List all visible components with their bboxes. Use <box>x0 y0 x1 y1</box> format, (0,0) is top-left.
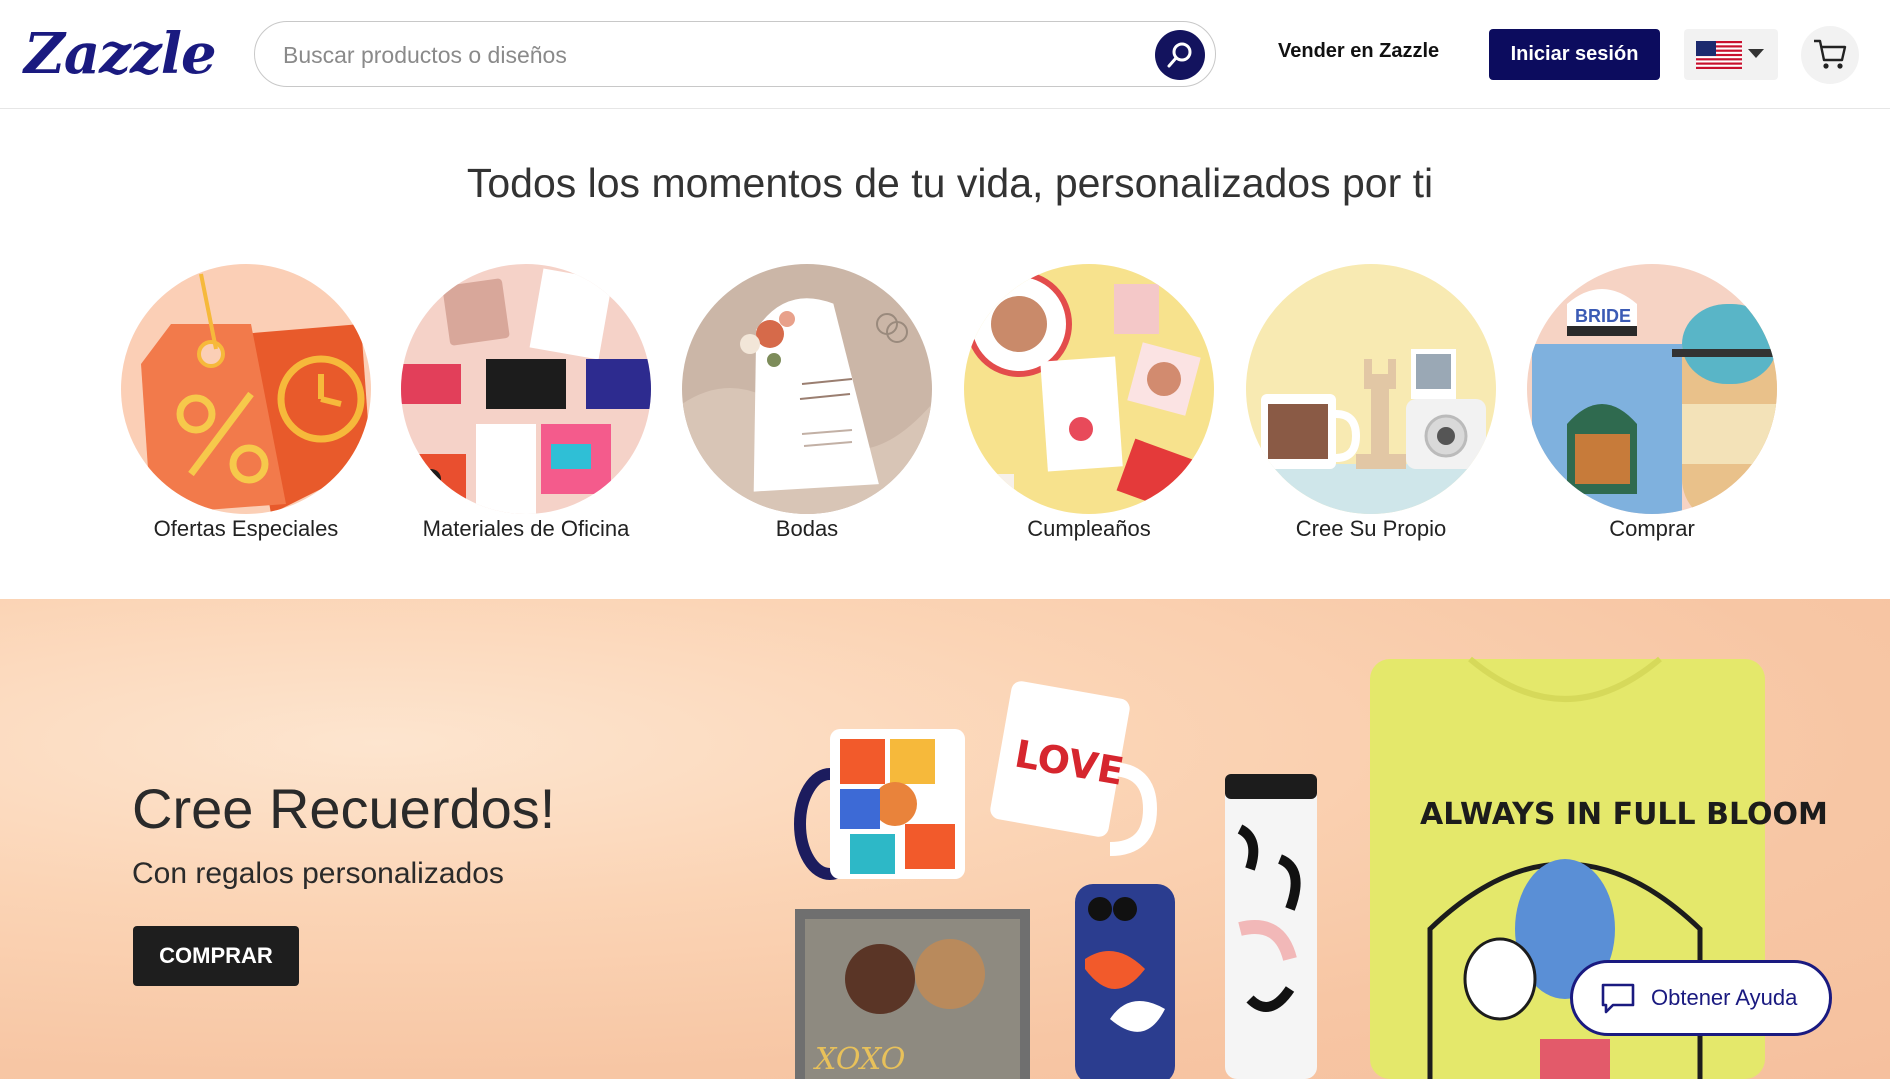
page-headline: Todos los momentos de tu vida, personali… <box>466 160 1434 206</box>
category-label[interactable]: Comprar <box>1487 516 1817 542</box>
category-comprar[interactable]: BRIDE Comprar <box>1527 264 1777 541</box>
us-flag-icon <box>1696 41 1742 69</box>
hero-subtitle: Con regalos personalizados <box>132 857 504 890</box>
get-help-label: Obtener Ayuda <box>1651 985 1798 1010</box>
category-image <box>401 264 651 514</box>
photo-xoxo-text: XOXO <box>813 1042 905 1077</box>
hero-title: Cree Recuerdos! <box>132 777 556 840</box>
category-materiales-de-oficina[interactable]: Materiales de Oficina <box>401 264 651 541</box>
category-cree-su-propio[interactable]: Cree Su Propio <box>1246 264 1496 541</box>
category-image <box>964 264 1214 514</box>
cart-icon <box>1814 39 1847 69</box>
cart-button[interactable] <box>1801 26 1859 84</box>
get-help-button[interactable]: Obtener Ayuda <box>1570 960 1832 1036</box>
locale-selector[interactable] <box>1684 29 1778 80</box>
sell-on-zazzle-link[interactable]: Vender en Zazzle <box>1278 40 1439 63</box>
category-ofertas-especiales[interactable]: Ofertas Especiales <box>121 264 371 541</box>
chat-icon <box>1601 983 1635 1014</box>
category-label[interactable]: Cumpleaños <box>924 516 1254 542</box>
login-button[interactable]: Iniciar sesión <box>1489 29 1660 80</box>
shirt-print-text: ALWAYS IN FULL BLOOM <box>1420 797 1828 832</box>
search-input[interactable] <box>281 36 1145 74</box>
search-button[interactable] <box>1155 30 1205 80</box>
category-image <box>682 264 932 514</box>
site-header: Zazzle Vender en Zazzle Iniciar sesión <box>0 0 1890 109</box>
category-label[interactable]: Bodas <box>642 516 972 542</box>
category-cumpleanos[interactable]: Cumpleaños <box>964 264 1214 541</box>
category-bodas[interactable]: Bodas <box>682 264 932 541</box>
zazzle-logo[interactable]: Zazzle <box>24 22 217 86</box>
search-bar <box>254 21 1216 87</box>
category-image <box>1246 264 1496 514</box>
search-icon <box>1167 42 1192 68</box>
category-image: BRIDE <box>1527 264 1777 514</box>
hero-shop-button[interactable]: COMPRAR <box>133 926 299 986</box>
chevron-down-icon <box>1748 49 1764 58</box>
category-image <box>121 264 371 514</box>
svg-text:BRIDE: BRIDE <box>1575 306 1631 326</box>
